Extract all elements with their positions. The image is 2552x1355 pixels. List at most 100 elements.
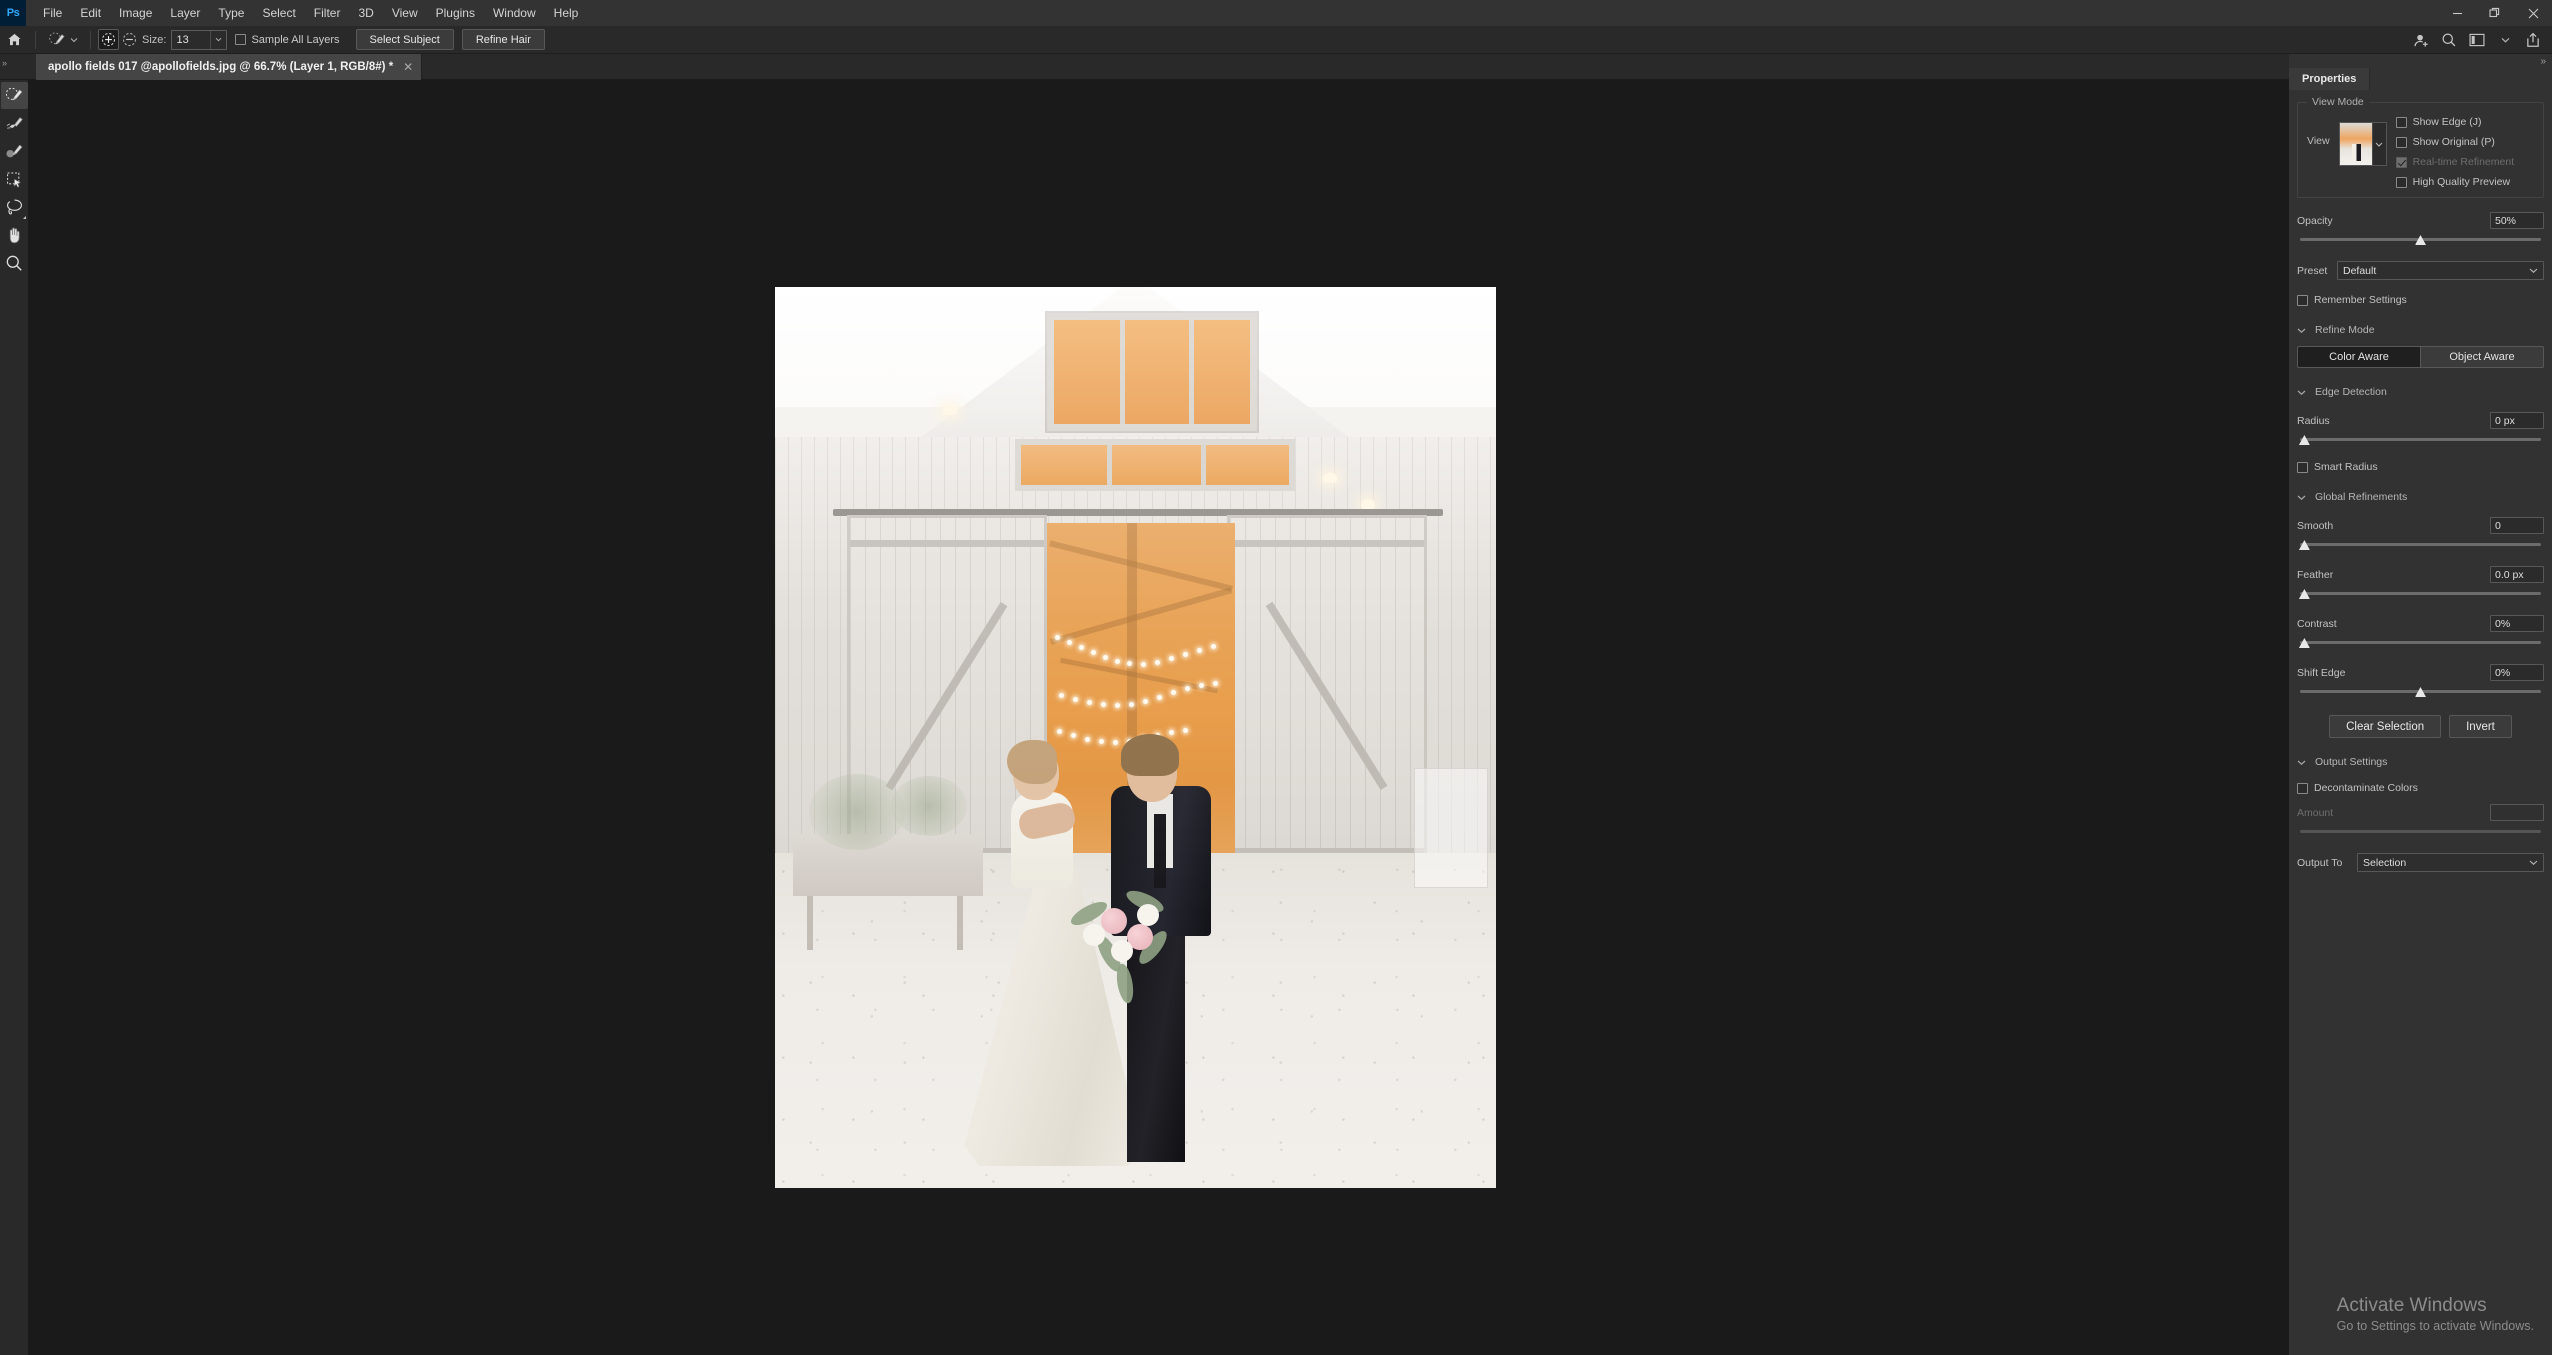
checkbox-box[interactable] bbox=[2395, 136, 2407, 148]
show-edge-checkbox[interactable]: Show Edge (J) bbox=[2395, 116, 2534, 128]
smooth-value-input[interactable] bbox=[2490, 517, 2544, 534]
invert-button[interactable]: Invert bbox=[2449, 715, 2512, 738]
menu-items: File Edit Image Layer Type Select Filter… bbox=[34, 2, 587, 24]
chevron-down-icon[interactable] bbox=[2297, 495, 2307, 500]
checkbox-box[interactable] bbox=[235, 34, 247, 45]
home-icon[interactable] bbox=[0, 26, 28, 54]
object-selection-tool[interactable] bbox=[1, 166, 28, 193]
chevron-down-icon[interactable] bbox=[2529, 268, 2538, 273]
brush-tool[interactable] bbox=[1, 138, 28, 165]
remember-settings-checkbox[interactable]: Remember Settings bbox=[2297, 294, 2544, 306]
menu-image[interactable]: Image bbox=[110, 2, 161, 24]
chevrons-right-icon[interactable]: » bbox=[2540, 56, 2546, 67]
edge-detection-section-header[interactable]: Edge Detection bbox=[2297, 386, 2544, 398]
show-original-checkbox[interactable]: Show Original (P) bbox=[2395, 136, 2534, 148]
chevron-down-icon[interactable] bbox=[2371, 123, 2386, 165]
chevron-down-icon[interactable] bbox=[2492, 28, 2518, 52]
brush-size-input[interactable] bbox=[172, 30, 211, 49]
search-icon[interactable] bbox=[2436, 28, 2462, 52]
chevrons-right-icon[interactable]: » bbox=[2, 58, 7, 68]
chevron-down-icon[interactable] bbox=[2297, 328, 2307, 333]
smart-radius-checkbox[interactable]: Smart Radius bbox=[2297, 461, 2544, 473]
contrast-value-input[interactable] bbox=[2490, 615, 2544, 632]
output-to-value: Selection bbox=[2363, 856, 2407, 869]
sample-all-layers-checkbox[interactable]: Sample All Layers bbox=[235, 34, 340, 46]
chevron-down-icon[interactable] bbox=[210, 30, 226, 49]
menu-file[interactable]: File bbox=[34, 2, 71, 24]
clear-selection-button[interactable]: Clear Selection bbox=[2329, 715, 2442, 738]
menu-bar: Ps File Edit Image Layer Type Select Fil… bbox=[0, 0, 2552, 26]
chevron-down-icon[interactable] bbox=[2297, 760, 2307, 765]
subtract-from-selection-icon[interactable] bbox=[119, 29, 140, 50]
chevron-down-icon[interactable] bbox=[2529, 860, 2538, 865]
hand-tool[interactable] bbox=[1, 222, 28, 249]
canvas-area[interactable] bbox=[29, 80, 2289, 1355]
radius-slider[interactable] bbox=[2297, 435, 2544, 447]
opacity-slider[interactable] bbox=[2297, 235, 2544, 247]
shift-edge-slider[interactable] bbox=[2297, 687, 2544, 699]
output-to-dropdown[interactable]: Selection bbox=[2357, 853, 2544, 872]
close-icon[interactable]: ✕ bbox=[403, 61, 413, 73]
checkbox-box[interactable] bbox=[2395, 116, 2407, 128]
radius-value-input[interactable] bbox=[2490, 412, 2544, 429]
refine-mode-color-aware[interactable]: Color Aware bbox=[2297, 346, 2420, 368]
refine-hair-button[interactable]: Refine Hair bbox=[461, 29, 545, 50]
view-preview-picker[interactable] bbox=[2338, 122, 2387, 166]
contrast-label: Contrast bbox=[2297, 617, 2337, 630]
checkbox-box[interactable] bbox=[2297, 782, 2308, 794]
checkbox-box[interactable] bbox=[2297, 461, 2308, 473]
menu-select[interactable]: Select bbox=[253, 2, 304, 24]
add-to-selection-icon[interactable] bbox=[98, 29, 119, 50]
refine-mode-segmented-control[interactable]: Color Aware Object Aware bbox=[2297, 346, 2544, 368]
zoom-tool[interactable] bbox=[1, 250, 28, 277]
contrast-slider[interactable] bbox=[2297, 638, 2544, 650]
shift-edge-label: Shift Edge bbox=[2297, 666, 2346, 679]
brush-preset-picker[interactable] bbox=[43, 29, 83, 51]
select-subject-button[interactable]: Select Subject bbox=[355, 29, 454, 50]
refine-mode-object-aware[interactable]: Object Aware bbox=[2420, 346, 2544, 368]
document-image[interactable] bbox=[775, 287, 1496, 1188]
high-quality-preview-checkbox[interactable]: High Quality Preview bbox=[2395, 176, 2534, 188]
menu-edit[interactable]: Edit bbox=[71, 2, 110, 24]
menu-plugins[interactable]: Plugins bbox=[427, 2, 484, 24]
smooth-slider[interactable] bbox=[2297, 540, 2544, 552]
restore-icon[interactable] bbox=[2476, 0, 2514, 26]
opacity-value-input[interactable] bbox=[2490, 212, 2544, 229]
preset-row: Preset Default bbox=[2297, 261, 2544, 280]
workspace-icon[interactable] bbox=[2464, 28, 2490, 52]
lasso-tool[interactable] bbox=[1, 194, 28, 221]
checkbox-box[interactable] bbox=[2395, 176, 2407, 188]
tab-properties[interactable]: Properties bbox=[2289, 68, 2371, 90]
menu-layer[interactable]: Layer bbox=[161, 2, 209, 24]
add-user-icon[interactable] bbox=[2408, 28, 2434, 52]
refine-edge-brush-tool[interactable] bbox=[1, 110, 28, 137]
show-original-label: Show Original (P) bbox=[2412, 136, 2495, 148]
menu-filter[interactable]: Filter bbox=[305, 2, 350, 24]
slider-track bbox=[2300, 830, 2541, 833]
refine-mode-section-header[interactable]: Refine Mode bbox=[2297, 324, 2544, 336]
decontaminate-colors-checkbox[interactable]: Decontaminate Colors bbox=[2297, 782, 2544, 794]
menu-help[interactable]: Help bbox=[545, 2, 588, 24]
output-settings-section-header[interactable]: Output Settings bbox=[2297, 756, 2544, 768]
close-icon[interactable] bbox=[2514, 0, 2552, 26]
chevron-down-icon[interactable] bbox=[2297, 390, 2307, 395]
menu-view[interactable]: View bbox=[383, 2, 427, 24]
feather-label: Feather bbox=[2297, 568, 2334, 581]
feather-slider[interactable] bbox=[2297, 589, 2544, 601]
menu-type[interactable]: Type bbox=[209, 2, 253, 24]
checkbox-box[interactable] bbox=[2297, 294, 2308, 306]
preset-dropdown[interactable]: Default bbox=[2337, 261, 2544, 280]
brush-size-field[interactable] bbox=[171, 29, 228, 50]
global-refinements-section-header[interactable]: Global Refinements bbox=[2297, 491, 2544, 503]
share-icon[interactable] bbox=[2520, 28, 2546, 52]
quick-selection-tool[interactable] bbox=[0, 82, 28, 109]
slider-track bbox=[2300, 641, 2541, 644]
document-tab[interactable]: apollo fields 017 @apollofields.jpg @ 66… bbox=[36, 54, 423, 80]
shift-edge-value-input[interactable] bbox=[2490, 664, 2544, 681]
menu-window[interactable]: Window bbox=[484, 2, 545, 24]
barn-light-right2 bbox=[1361, 499, 1375, 509]
menu-3d[interactable]: 3D bbox=[349, 2, 382, 24]
chevron-down-icon[interactable] bbox=[70, 37, 78, 43]
minimize-icon[interactable] bbox=[2438, 0, 2476, 26]
feather-value-input[interactable] bbox=[2490, 566, 2544, 583]
